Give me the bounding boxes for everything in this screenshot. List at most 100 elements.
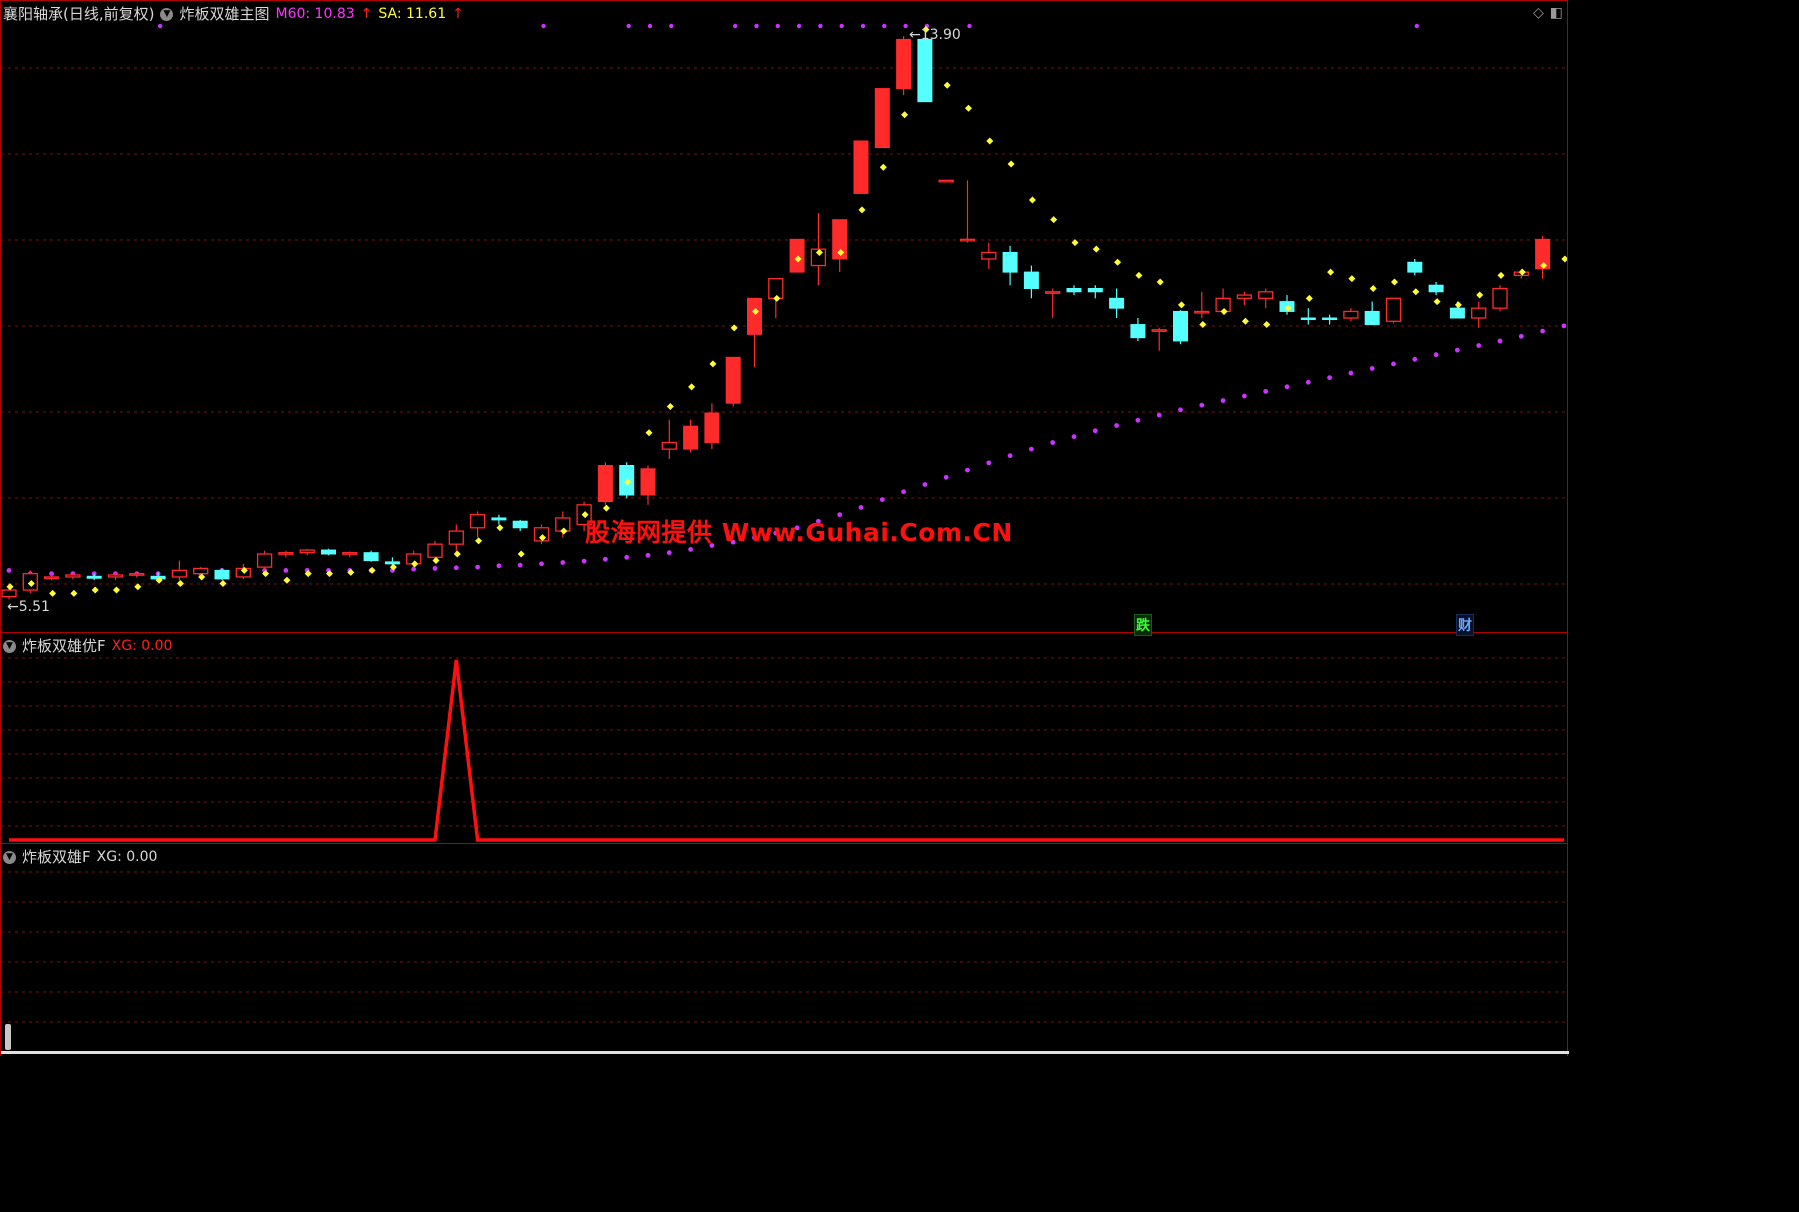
m60-dot-top — [541, 23, 546, 29]
sa-dot — [113, 586, 120, 594]
horizontal-scrollbar[interactable] — [1, 1051, 1569, 1054]
candle — [1194, 291, 1210, 318]
chevron-down-icon[interactable]: ▼ — [3, 639, 16, 653]
m60-dot-top — [860, 23, 866, 29]
m60-value: M60: 10.83 — [275, 6, 355, 22]
sa-dot — [91, 586, 99, 594]
candle — [129, 571, 145, 578]
m60-dot — [1369, 366, 1375, 371]
candle — [171, 560, 188, 581]
m60-dot — [1242, 393, 1247, 399]
candle — [86, 573, 102, 581]
m60-dot-top — [882, 23, 887, 29]
sa-dot — [1114, 258, 1122, 266]
m60-dot — [1199, 402, 1205, 408]
signal-line-xg — [9, 659, 1564, 842]
candle — [491, 514, 507, 525]
m60-dot — [1007, 453, 1013, 459]
candle — [959, 180, 976, 243]
sa-dot — [1263, 321, 1271, 329]
window-controls: ◇ ◧ — [1533, 5, 1563, 21]
candle — [1535, 236, 1551, 279]
sa-dot — [858, 206, 866, 214]
m60-dot — [1178, 407, 1183, 413]
main-chart-pane[interactable]: 襄阳轴承(日线,前复权) ▼ 炸板双雄主图 M60: 10.83 ↑ SA: 1… — [0, 0, 1568, 636]
m60-dot-top — [754, 23, 759, 29]
candle — [555, 511, 571, 538]
indicator-1-header: ▼ 炸板双雄优F XG: 0.00 — [3, 636, 172, 656]
sa-value: SA: 11.61 — [378, 6, 447, 22]
arrow-left-icon: ← — [7, 599, 19, 615]
m60-dot — [1114, 423, 1119, 428]
sa-dot — [1241, 317, 1249, 325]
diamond-icon[interactable]: ◇ — [1533, 5, 1544, 21]
m60-dot — [1220, 398, 1226, 403]
candle — [363, 550, 379, 562]
candle — [342, 551, 358, 558]
m60-dot — [1433, 352, 1439, 358]
candle — [1364, 301, 1380, 326]
indicator-2-value: XG: 0.00 — [96, 849, 158, 865]
scroll-handle[interactable] — [5, 1024, 11, 1050]
m60-dot — [965, 467, 970, 473]
sa-dot — [219, 580, 227, 587]
m60-dot-top — [839, 23, 844, 29]
sa-dot — [1497, 271, 1505, 279]
sa-dot — [688, 383, 696, 391]
candle — [810, 213, 827, 286]
m60-dot — [581, 558, 587, 564]
candle — [1322, 314, 1338, 325]
indicator-pane-2[interactable]: ▼ 炸板双雄F XG: 0.00 — [0, 844, 1569, 1056]
sa-dot — [709, 360, 717, 368]
candle — [1173, 310, 1188, 345]
m60-dot — [1348, 370, 1354, 376]
candle — [1045, 288, 1061, 318]
sa-dot — [645, 429, 653, 437]
candle — [725, 356, 741, 407]
m60-dot — [411, 566, 417, 572]
m60-dot — [858, 505, 864, 510]
sa-dot — [1050, 216, 1058, 224]
candle — [896, 36, 912, 96]
sa-dot — [176, 580, 184, 587]
candle — [448, 524, 464, 554]
sa-dot — [453, 550, 461, 558]
m60-dot — [1305, 379, 1311, 385]
m60-dot-top — [647, 23, 653, 29]
m60-dot — [1029, 446, 1034, 452]
m60-dot-top — [733, 23, 738, 29]
sa-dot — [1156, 278, 1164, 286]
indicator-2-header: ▼ 炸板双雄F XG: 0.00 — [3, 847, 157, 867]
sa-dot — [1433, 298, 1441, 306]
m60-dot — [1156, 412, 1162, 418]
candle — [427, 540, 443, 561]
indicator-1-title[interactable]: 炸板双雄优F — [22, 636, 106, 656]
indicator-pane-1[interactable]: ▼ 炸板双雄优F XG: 0.00 — [0, 633, 1568, 844]
candle — [789, 238, 805, 273]
candle — [1236, 291, 1253, 305]
m60-dot — [1497, 338, 1503, 344]
sa-dot — [602, 504, 610, 512]
candle — [65, 573, 81, 579]
sa-dot — [986, 137, 994, 145]
candle — [107, 572, 124, 581]
candle — [874, 88, 890, 149]
m60-dot — [1391, 361, 1396, 367]
m60-dot-top — [796, 23, 802, 29]
candle — [683, 419, 699, 453]
sa-dot — [475, 537, 483, 545]
m60-dot-top — [818, 23, 823, 29]
m60-dot — [1284, 384, 1290, 390]
formula-title[interactable]: 炸板双雄主图 — [179, 4, 269, 24]
chevron-down-icon[interactable]: ▼ — [3, 850, 16, 864]
sa-dot — [1092, 245, 1100, 253]
sa-dot — [49, 589, 57, 597]
sa-dot — [965, 104, 972, 112]
chevron-down-icon[interactable]: ▼ — [160, 7, 174, 21]
indicator-2-title[interactable]: 炸板双雄F — [22, 847, 91, 867]
stock-title: 襄阳轴承(日线,前复权) — [3, 5, 155, 23]
m60-dot — [1263, 389, 1269, 394]
candle — [832, 219, 848, 273]
window-icon[interactable]: ◧ — [1550, 5, 1563, 21]
m60-dot-top — [967, 23, 972, 29]
